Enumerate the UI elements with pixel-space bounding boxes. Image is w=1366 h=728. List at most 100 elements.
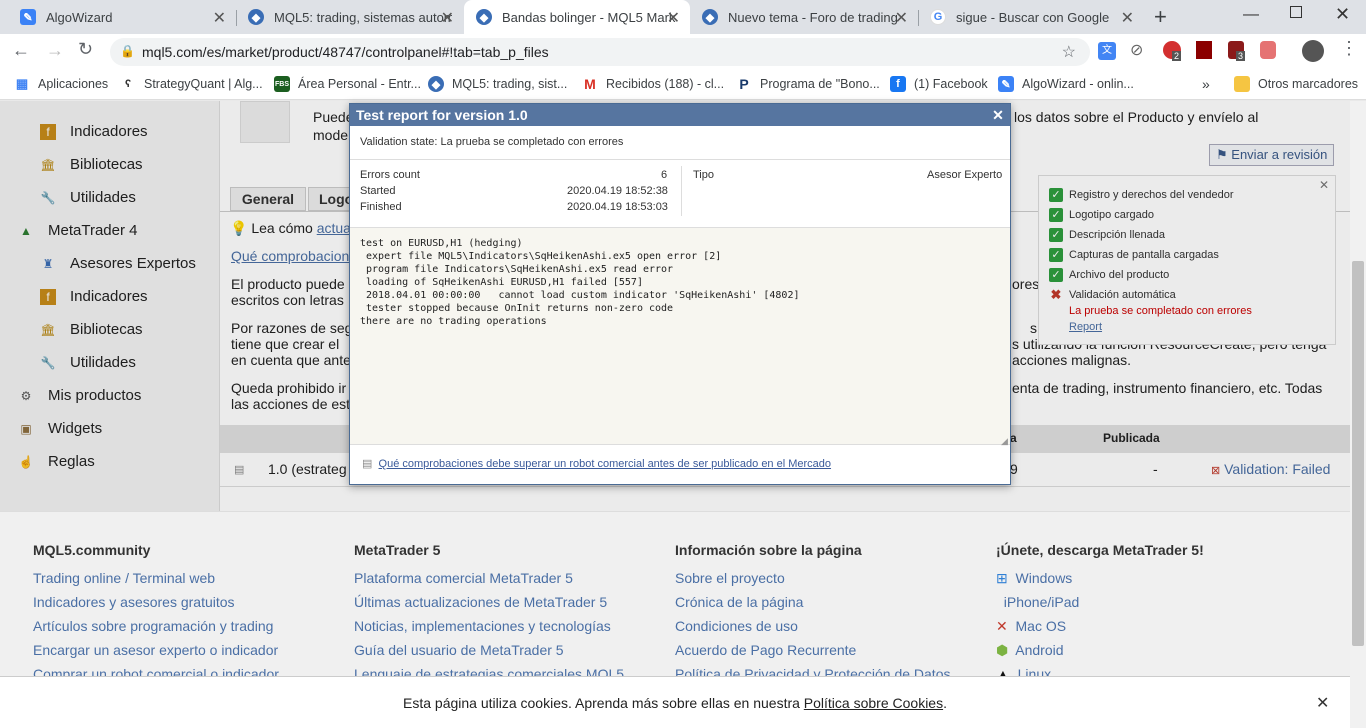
footer-link[interactable]: Sobre el proyecto	[675, 566, 950, 590]
footer-heading: MQL5.community	[33, 542, 151, 558]
footer-link[interactable]: Trading online / Terminal web	[33, 566, 279, 590]
menu-icon[interactable]: ⋮	[1340, 38, 1358, 59]
apps-icon: ▦	[15, 76, 29, 91]
bookmark-other[interactable]: Otros marcadores	[1234, 76, 1358, 92]
dialog-title: Test report for version 1.0	[356, 107, 528, 123]
mql5-icon: ◆	[476, 9, 492, 25]
facebook-icon: f	[890, 76, 906, 92]
bono-icon: P	[739, 76, 749, 92]
errors-count-value: 6	[661, 169, 668, 181]
folder-icon	[1234, 76, 1250, 92]
back-icon[interactable]: ←	[12, 40, 30, 61]
tab-strip: ✎ AlgoWizard ✕ ◆ MQL5: trading, sistemas…	[0, 0, 1366, 34]
bookmark-fbs[interactable]: FBS Área Personal - Entr...	[274, 76, 421, 92]
maximize-icon[interactable]	[1290, 6, 1302, 18]
bookmark-label: StrategyQuant | Alg...	[144, 77, 263, 91]
bookmark-algowizard[interactable]: ✎ AlgoWizard - onlin...	[998, 76, 1134, 92]
close-tab-icon[interactable]: ✕	[667, 8, 680, 28]
lock-icon: 🔒	[120, 44, 135, 58]
minimize-icon[interactable]: —	[1243, 6, 1259, 24]
footer-link[interactable]: Encargar un asesor experto o indicador	[33, 638, 279, 662]
window-close-icon[interactable]: ✕	[1335, 4, 1350, 25]
tab-mql5-trading[interactable]: ◆ MQL5: trading, sistemas autom ✕	[236, 0, 464, 34]
close-tab-icon[interactable]: ✕	[1121, 8, 1134, 28]
tab-nuevo-tema[interactable]: ◆ Nuevo tema - Foro de trading ✕	[690, 0, 918, 34]
page-scrollbar[interactable]	[1350, 101, 1366, 728]
close-tab-icon[interactable]: ✕	[895, 8, 908, 28]
footer-link[interactable]: Guía del usuario de MetaTrader 5	[354, 638, 624, 662]
opera-icon[interactable]: 2	[1163, 41, 1182, 61]
bookmark-label: Aplicaciones	[38, 77, 109, 91]
tab-google-search[interactable]: G sigue - Buscar con Google ✕	[918, 0, 1144, 34]
bookmark-label: MQL5: trading, sist...	[452, 77, 568, 91]
bookmark-bono[interactable]: P Programa de "Bono...	[736, 76, 879, 92]
brave-icon[interactable]	[1260, 41, 1276, 59]
tab-title: sigue - Buscar con Google	[956, 9, 1110, 25]
translate-icon[interactable]: 文	[1098, 42, 1116, 60]
cookie-close-icon[interactable]: ✕	[1316, 693, 1329, 713]
algowizard-icon: ✎	[20, 9, 36, 25]
windows-icon: ⊞	[996, 570, 1008, 586]
footer-link-label: Android	[1015, 642, 1064, 658]
footer-link-android[interactable]: ⬢ Android	[996, 638, 1204, 662]
google-icon: G	[930, 9, 946, 25]
footer-link[interactable]: Últimas actualizaciones de MetaTrader 5	[354, 590, 624, 614]
new-tab-icon[interactable]: +	[1154, 4, 1167, 30]
reload-icon[interactable]: ↻	[78, 39, 93, 60]
bookmark-apps[interactable]: ▦ Aplicaciones	[14, 76, 108, 92]
star-icon[interactable]: ☆	[1062, 42, 1076, 62]
block-icon[interactable]: ⊘	[1130, 40, 1143, 60]
started-value: 2020.04.19 18:52:38	[567, 185, 668, 197]
bookmarks-overflow-icon[interactable]: »	[1202, 76, 1210, 92]
tab-algowizard[interactable]: ✎ AlgoWizard ✕	[8, 0, 236, 34]
bookmark-label: Recibidos (188) - cl...	[606, 77, 725, 91]
bookmark-gmail[interactable]: M Recibidos (188) - cl...	[582, 76, 724, 92]
avatar[interactable]	[1302, 40, 1324, 62]
shield-icon[interactable]: 3	[1228, 41, 1246, 61]
mql5-icon: ◆	[248, 9, 264, 25]
footer-link[interactable]: Noticias, implementaciones y tecnologías	[354, 614, 624, 638]
bookmark-facebook[interactable]: f (1) Facebook	[890, 76, 988, 92]
footer-link-macos[interactable]: ✕ Mac OS	[996, 614, 1204, 638]
footer-link[interactable]: Artículos sobre programación y trading	[33, 614, 279, 638]
cookie-message: Esta página utiliza cookies. Aprenda más…	[403, 695, 800, 711]
bookmarks-bar: ▦ Aplicaciones ʕ StrategyQuant | Alg... …	[0, 70, 1366, 100]
algowizard-icon: ✎	[998, 76, 1014, 92]
footer-link-iphone[interactable]: iPhone/iPad	[996, 590, 1204, 614]
dialog-footer-link[interactable]: ▤ Qué comprobaciones debe superar un rob…	[362, 457, 831, 470]
footer-link[interactable]: Acuerdo de Pago Recurrente	[675, 638, 950, 662]
resize-handle-icon[interactable]: ◢	[1001, 436, 1008, 447]
cookie-text: Esta página utiliza cookies. Aprenda más…	[403, 695, 947, 711]
footer-column-metatrader5: MetaTrader 5 Plataforma comercial MetaTr…	[354, 542, 624, 686]
bookmark-mql5[interactable]: ◆ MQL5: trading, sist...	[428, 76, 567, 92]
footer-link[interactable]: Indicadores y asesores gratuitos	[33, 590, 279, 614]
footer-heading: Información sobre la página	[675, 542, 862, 558]
dialog-close-icon[interactable]: ✕	[990, 107, 1006, 123]
forward-icon[interactable]: →	[46, 40, 64, 61]
cookie-policy-link[interactable]: Política sobre Cookies	[804, 695, 943, 711]
scrollbar-thumb[interactable]	[1352, 261, 1364, 646]
test-log-output[interactable]: test on EURUSD,H1 (hedging) expert file …	[350, 227, 1010, 445]
close-tab-icon[interactable]: ✕	[213, 8, 226, 28]
cookie-banner: Esta página utiliza cookies. Aprenda más…	[0, 676, 1350, 728]
bookmark-strategyquant[interactable]: ʕ StrategyQuant | Alg...	[120, 76, 263, 92]
footer-link[interactable]: Condiciones de uso	[675, 614, 950, 638]
started-label: Started	[360, 185, 396, 197]
footer-link[interactable]: Crónica de la página	[675, 590, 950, 614]
footer-heading: ¡Únete, descarga MetaTrader 5!	[996, 542, 1204, 558]
footer-link-label: iPhone/iPad	[1003, 594, 1080, 610]
test-report-dialog: Test report for version 1.0 ✕ Validation…	[349, 103, 1011, 485]
close-tab-icon[interactable]: ✕	[441, 8, 454, 28]
cookie-period: .	[943, 695, 947, 711]
footer-column-community: MQL5.community Trading online / Terminal…	[33, 542, 279, 686]
tab-title: MQL5: trading, sistemas autom	[274, 9, 452, 25]
footer-column-download: ¡Únete, descarga MetaTrader 5! ⊞ Windows…	[996, 542, 1204, 686]
footer-column-info: Información sobre la página Sobre el pro…	[675, 542, 950, 686]
address-bar[interactable]: 🔒 mql5.com/es/market/product/48747/contr…	[110, 38, 1090, 66]
type-label: Tipo	[693, 169, 714, 181]
footer-link[interactable]: Plataforma comercial MetaTrader 5	[354, 566, 624, 590]
extension-icon[interactable]	[1196, 41, 1212, 59]
footer-link-windows[interactable]: ⊞ Windows	[996, 566, 1204, 590]
tab-bandas-bolinger[interactable]: ◆ Bandas bolinger - MQL5 Mark ✕	[464, 0, 690, 34]
badge-count: 2	[1172, 51, 1182, 61]
